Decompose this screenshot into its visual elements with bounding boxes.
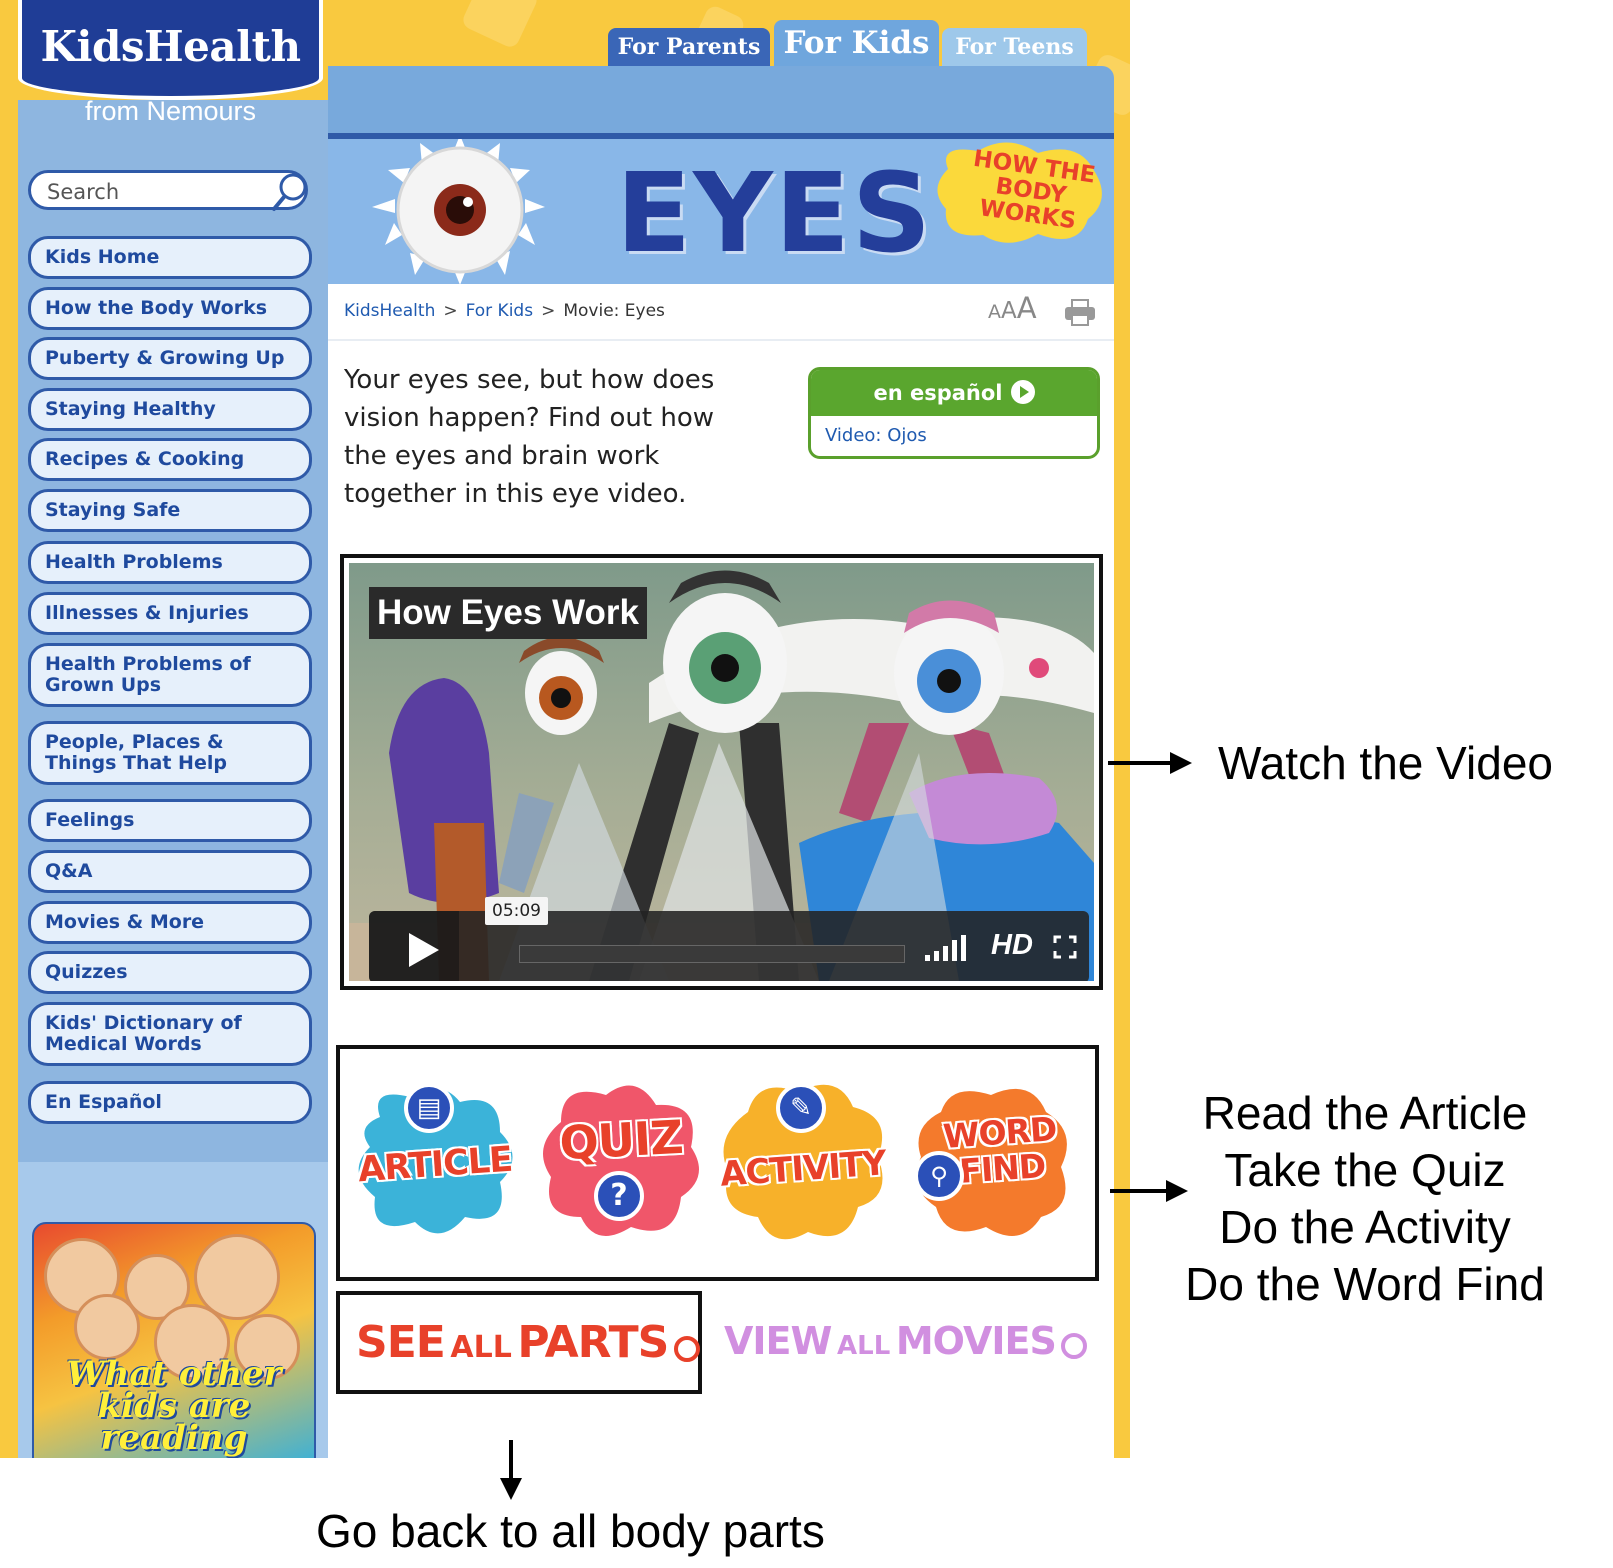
logo-title: KidsHealth [40, 22, 301, 71]
document-icon: ▤ [404, 1083, 454, 1133]
article-button[interactable]: ▤ ARTICLE [350, 1077, 520, 1247]
view-movies-word-view: VIEW [724, 1319, 832, 1363]
view-movies-word-all: ALL [837, 1331, 891, 1361]
eyeball-icon [372, 139, 545, 284]
espanol-header[interactable]: en español [811, 370, 1097, 416]
breadcrumb-kidshealth[interactable]: KidsHealth [344, 301, 435, 321]
volume-icon[interactable] [925, 935, 971, 961]
breadcrumb: KidsHealth > For Kids > Movie: Eyes [344, 301, 665, 321]
pencil-icon: ✎ [776, 1083, 826, 1133]
intro-text: Your eyes see, but how does vision happe… [344, 365, 715, 509]
sidebar: Kids Home How the Body Works Puberty & G… [18, 100, 328, 1458]
espanol-box: en español Video: Ojos [808, 367, 1100, 459]
annotation-do-word-find: Do the Word Find [1185, 1258, 1545, 1310]
quiz-button[interactable]: QUIZ ? [536, 1077, 706, 1247]
tab-for-teens[interactable]: For Teens [942, 28, 1087, 66]
sidebar-item-movies-more[interactable]: Movies & More [28, 901, 312, 944]
annotation-activities: Read the Article Take the Quiz Do the Ac… [1150, 1085, 1580, 1313]
breadcrumb-for-kids[interactable]: For Kids [466, 301, 534, 321]
sidebar-item-people-places-things[interactable]: People, Places & Things That Help [28, 721, 312, 785]
see-all-word-parts: PARTS [517, 1317, 669, 1368]
sidebar-item-recipes-cooking[interactable]: Recipes & Cooking [28, 438, 312, 481]
question-icon: ? [594, 1171, 644, 1221]
annotation-read-article: Read the Article [1202, 1087, 1528, 1139]
fullscreen-icon[interactable] [1053, 935, 1077, 959]
text-size-controls: AAA [988, 291, 1037, 325]
sidebar-item-how-the-body-works[interactable]: How the Body Works [28, 287, 312, 330]
text-size-small[interactable]: A [988, 301, 1001, 323]
see-all-word-see: SEE [356, 1317, 446, 1368]
sidebar-item-feelings[interactable]: Feelings [28, 799, 312, 842]
word-find-button[interactable]: WORD FIND ⚲ [906, 1077, 1076, 1247]
text-size-large[interactable]: A [1017, 291, 1037, 325]
sidebar-item-qa[interactable]: Q&A [28, 850, 312, 893]
activities-highlight-frame: ▤ ARTICLE QUIZ ? ✎ ACTIVITY WORD FIND ⚲ [336, 1045, 1099, 1281]
sidebar-item-kids-dictionary[interactable]: Kids' Dictionary of Medical Words [28, 1002, 312, 1066]
sidebar-item-puberty-growing-up[interactable]: Puberty & Growing Up [28, 337, 312, 380]
what-other-kids-are-reading-promo[interactable]: What other kids are reading [32, 1222, 316, 1458]
espanol-header-label: en español [873, 381, 1003, 405]
sidebar-item-kids-home[interactable]: Kids Home [28, 236, 312, 279]
see-all-word-all: ALL [450, 1330, 512, 1365]
kidshealth-page: KidsHealth For Parents For Kids For Teen… [0, 0, 1130, 1458]
video-progress-bar[interactable] [519, 945, 905, 963]
espanol-video-link[interactable]: Video: Ojos [811, 416, 1097, 455]
quiz-label: QUIZ [558, 1109, 684, 1171]
video-highlight-frame: How Eyes Work 05:09 HD [340, 554, 1103, 990]
arrow-circle-icon [673, 1335, 700, 1362]
tab-for-kids[interactable]: For Kids [774, 20, 939, 66]
kidshealth-logo[interactable]: KidsHealth [18, 0, 323, 100]
header-bar [328, 66, 1114, 136]
hd-toggle[interactable]: HD [991, 929, 1033, 962]
print-icon[interactable] [1064, 299, 1096, 327]
annotation-go-back: Go back to all body parts [316, 1505, 825, 1557]
arrow-circle-icon [1061, 1332, 1088, 1359]
tab-for-parents[interactable]: For Parents [608, 28, 770, 66]
logo-subtitle: from Nemours [84, 96, 257, 126]
annotation-do-activity: Do the Activity [1219, 1201, 1511, 1253]
sidebar-item-en-espanol[interactable]: En Español [28, 1081, 312, 1124]
divider [328, 339, 1114, 341]
sidebar-item-illnesses-injuries[interactable]: Illnesses & Injuries [28, 592, 312, 635]
video-player[interactable]: How Eyes Work 05:09 HD [349, 563, 1094, 981]
search-box [28, 170, 309, 213]
video-duration: 05:09 [485, 897, 548, 925]
promo-label: What other kids are reading [66, 1354, 282, 1458]
breadcrumb-current: Movie: Eyes [563, 301, 665, 321]
see-all-parts-label: SEE ALL PARTS [356, 1317, 700, 1368]
play-button[interactable] [369, 911, 459, 981]
video-controls: 05:09 HD [369, 897, 1089, 981]
sidebar-item-staying-healthy[interactable]: Staying Healthy [28, 388, 312, 431]
magnifier-icon: ⚲ [914, 1151, 964, 1201]
sidebar-item-quizzes[interactable]: Quizzes [28, 951, 312, 994]
breadcrumb-separator: > [443, 301, 458, 321]
see-all-parts-button[interactable]: SEE ALL PARTS [336, 1291, 702, 1394]
arrow-down-icon [500, 1440, 522, 1500]
text-size-medium[interactable]: A [1001, 298, 1017, 324]
kid-photo [74, 1294, 140, 1360]
sidebar-item-staying-safe[interactable]: Staying Safe [28, 489, 312, 532]
page-banner: EYES HOW THE BODY WORKS [328, 139, 1114, 284]
activity-button[interactable]: ✎ ACTIVITY [718, 1077, 888, 1247]
sidebar-item-health-problems-grown-ups[interactable]: Health Problems of Grown Ups [28, 643, 312, 707]
video-title: How Eyes Work [369, 587, 647, 639]
arrow-right-icon [1108, 752, 1192, 774]
page-title: EYES [616, 149, 934, 277]
sidebar-item-health-problems[interactable]: Health Problems [28, 541, 312, 584]
breadcrumb-separator: > [541, 301, 556, 321]
view-all-movies-link[interactable]: VIEW ALL MOVIES [724, 1319, 1088, 1363]
play-circle-icon [1010, 380, 1035, 404]
view-movies-word-movies: MOVIES [895, 1319, 1057, 1363]
main-content: EYES HOW THE BODY WORKS KidsHealth > For K… [328, 139, 1114, 1458]
search-icon[interactable] [271, 171, 309, 213]
background-sparkle [460, 0, 540, 50]
search-input[interactable] [47, 180, 267, 204]
annotation-take-quiz: Take the Quiz [1224, 1144, 1506, 1196]
annotation-watch-video: Watch the Video [1218, 737, 1553, 789]
